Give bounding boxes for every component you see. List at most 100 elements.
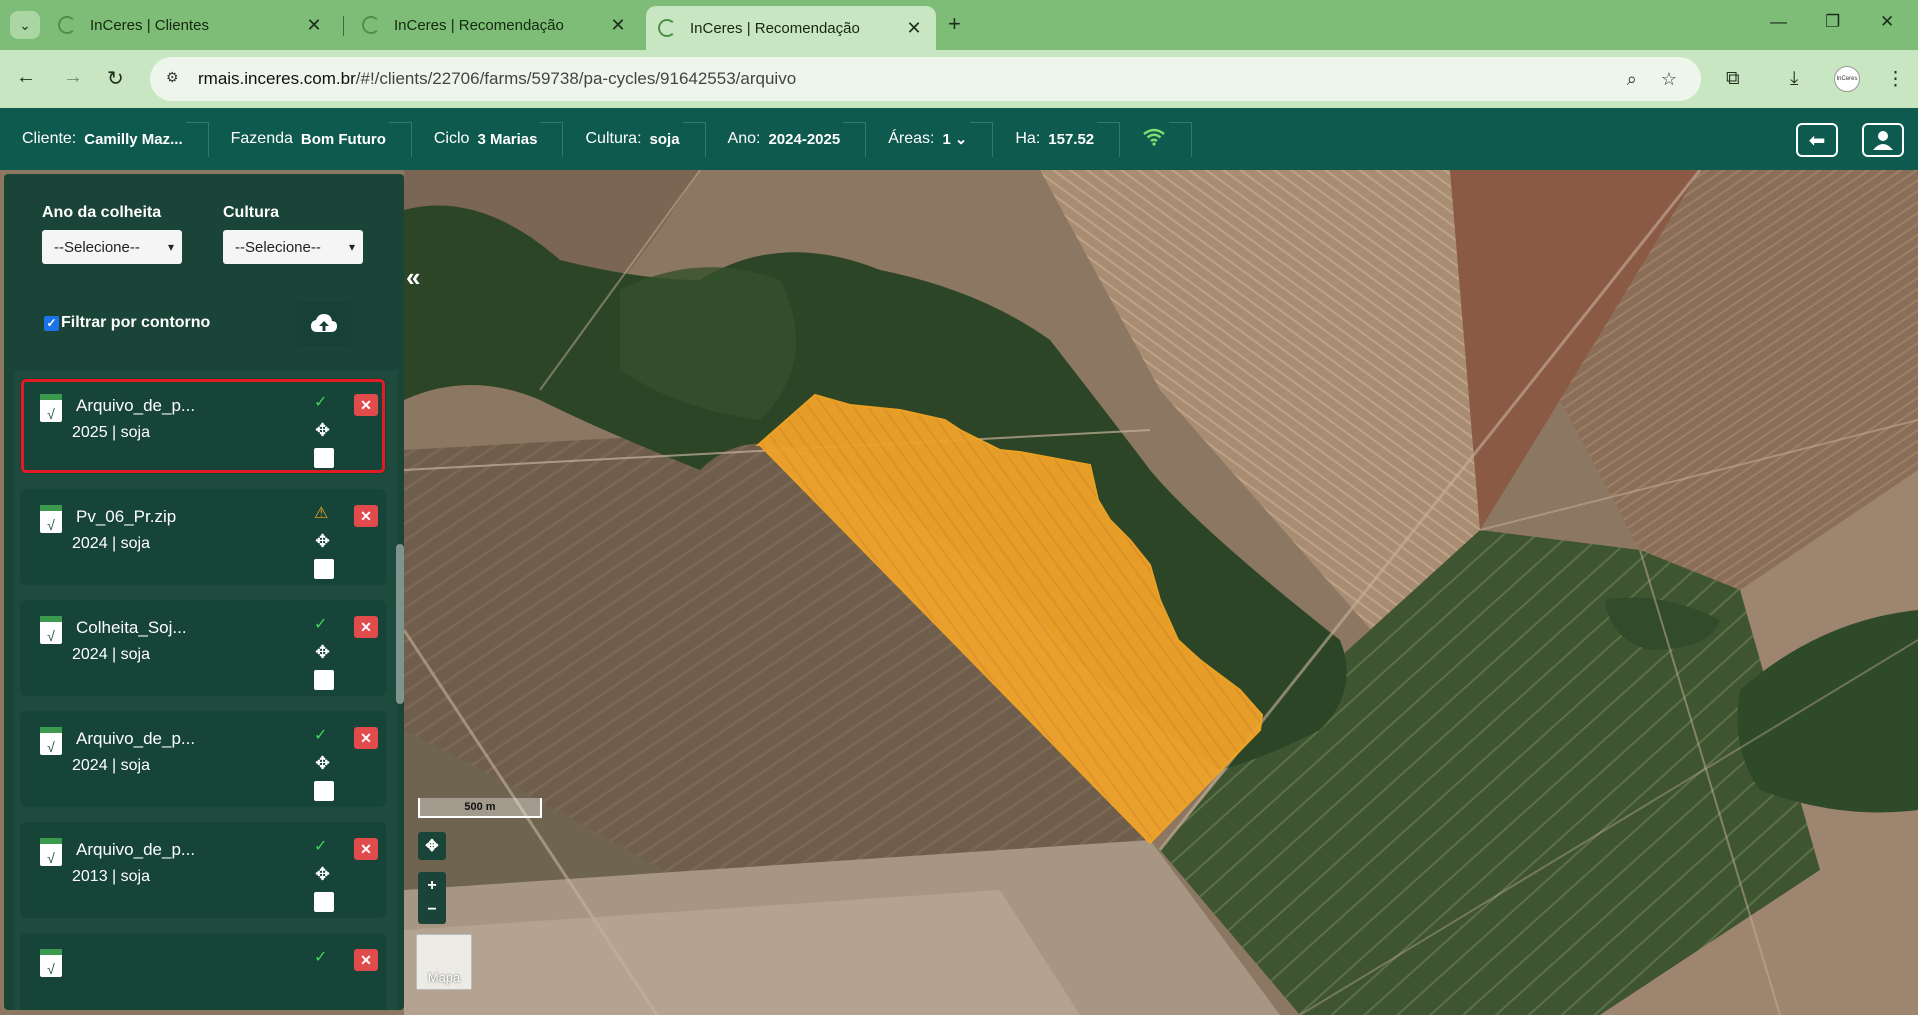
zoom-out-button[interactable]: − <box>418 896 446 924</box>
upload-cloud-button[interactable] <box>296 302 352 346</box>
crumb-cliente[interactable]: Cliente: Camilly Maz... <box>0 108 209 170</box>
delete-button[interactable]: ✕ <box>354 616 378 638</box>
file-checkbox[interactable] <box>314 559 334 579</box>
url-host: rmais.inceres.com.br <box>198 69 356 88</box>
warning-icon: ⚠ <box>314 505 329 522</box>
locate-move-icon[interactable]: ✥ <box>315 642 330 663</box>
delete-button[interactable]: ✕ <box>354 727 378 749</box>
back-arrow-button[interactable]: ⬅ <box>1796 123 1838 157</box>
chevron-down-icon[interactable]: ⌄ <box>955 130 968 148</box>
crumb-fazenda[interactable]: Fazenda Bom Futuro <box>209 108 412 170</box>
locate-move-icon[interactable]: ✥ <box>315 420 330 441</box>
status-ok-icon: ✓ <box>314 394 328 411</box>
crumb-connection <box>1120 108 1192 170</box>
file-meta: 2024 | soja <box>72 757 150 774</box>
tab-loading-icon <box>58 16 76 34</box>
tab-close-icon[interactable]: ✕ <box>904 18 924 39</box>
list-scrollbar[interactable] <box>396 544 404 704</box>
year-select-value: --Selecione-- <box>54 238 140 256</box>
wifi-icon <box>1142 126 1166 152</box>
basemap-toggle[interactable]: Mapa <box>416 934 472 990</box>
file-icon: √ <box>40 838 62 866</box>
delete-button[interactable]: ✕ <box>354 394 378 416</box>
crumb-areas[interactable]: Áreas: 1 ⌄ <box>866 108 993 170</box>
filter-by-contour[interactable]: ✓ Filtrar por contorno <box>44 314 210 332</box>
chevron-down-icon: ▾ <box>167 240 174 254</box>
tab-title: InCeres | Recomendação <box>690 19 860 37</box>
filter-checkbox[interactable]: ✓ <box>44 315 59 331</box>
filter-label: Filtrar por contorno <box>61 314 211 331</box>
file-checkbox[interactable] <box>314 892 334 912</box>
file-card[interactable]: √ Arquivo_de_p... 2024 | soja ✓ ✕ ✥ <box>20 711 386 807</box>
file-icon: √ <box>40 616 62 644</box>
collapse-panel-icon[interactable]: « <box>406 262 420 293</box>
file-icon: √ <box>40 949 62 977</box>
crumb-value: 1 <box>942 130 951 148</box>
delete-button[interactable]: ✕ <box>354 838 378 860</box>
tab-search-button[interactable]: ⌄ <box>10 11 40 39</box>
year-select[interactable]: --Selecione-- ▾ <box>42 230 182 264</box>
locate-move-icon[interactable]: ✥ <box>315 531 330 552</box>
tab-close-icon[interactable]: ✕ <box>304 15 324 36</box>
bookmark-star-icon[interactable]: ☆ <box>1661 69 1677 90</box>
file-list[interactable]: √ Arquivo_de_p... 2025 | soja ✓ ✕ ✥ √ Pv… <box>14 370 398 1010</box>
crumb-ciclo[interactable]: Ciclo 3 Marias <box>412 108 564 170</box>
year-filter-label: Ano da colheita <box>42 204 162 221</box>
zoom-icon[interactable]: ⌕ <box>1627 69 1637 90</box>
crumb-value: 3 Marias <box>477 130 538 148</box>
file-card[interactable]: √ Colheita_Soj... 2024 | soja ✓ ✕ ✥ <box>20 600 386 696</box>
file-icon: √ <box>40 727 62 755</box>
download-icon[interactable]: ⤓ <box>1790 68 1798 90</box>
file-card-partial[interactable]: √ ✓ ✕ <box>20 933 386 1010</box>
file-checkbox[interactable] <box>314 448 334 468</box>
map-scale-bar: 500 m <box>418 798 542 818</box>
tab-recomendacao-2[interactable]: InCeres | Recomendação ✕ <box>646 6 936 50</box>
browser-toolbar: ← → ↻ ⚙ rmais.inceres.com.br/#!/clients/… <box>0 50 1918 108</box>
crumb-label: Ciclo <box>433 130 470 147</box>
url-text[interactable]: rmais.inceres.com.br/#!/clients/22706/fa… <box>198 69 1627 89</box>
delete-button[interactable]: ✕ <box>354 505 378 527</box>
file-name: Colheita_Soj... <box>76 618 187 637</box>
crumb-value: 2024-2025 <box>768 130 841 148</box>
reload-icon[interactable]: ↻ <box>107 66 124 91</box>
tab-title: InCeres | Recomendação <box>394 16 564 34</box>
file-checkbox[interactable] <box>314 781 334 801</box>
file-icon: √ <box>40 505 62 533</box>
menu-kebab-icon[interactable]: ⋮ <box>1886 68 1905 91</box>
new-tab-button[interactable]: + <box>948 11 961 37</box>
file-card[interactable]: √ Arquivo_de_p... 2013 | soja ✓ ✕ ✥ <box>20 822 386 918</box>
locate-move-icon[interactable]: ✥ <box>315 753 330 774</box>
file-name: Arquivo_de_p... <box>76 729 196 748</box>
crumb-cultura[interactable]: Cultura: soja <box>563 108 705 170</box>
file-checkbox[interactable] <box>314 670 334 690</box>
crumb-label: Cliente: <box>22 130 77 147</box>
tab-recomendacao-1[interactable]: InCeres | Recomendação ✕ <box>350 6 640 44</box>
forward-icon[interactable]: → <box>63 66 83 89</box>
status-ok-icon: ✓ <box>314 727 328 744</box>
chevron-down-icon: ▾ <box>348 240 355 254</box>
back-icon[interactable]: ← <box>16 66 36 89</box>
file-meta: 2013 | soja <box>72 868 150 885</box>
locate-move-icon[interactable]: ✥ <box>315 864 330 885</box>
profile-avatar[interactable]: InCeres <box>1834 66 1860 92</box>
crumb-value: Bom Futuro <box>300 130 386 148</box>
minimize-icon[interactable]: — <box>1770 12 1787 32</box>
pan-move-button[interactable]: ✥ <box>418 832 446 860</box>
tab-clientes[interactable]: InCeres | Clientes ✕ <box>46 6 336 44</box>
user-profile-button[interactable] <box>1862 123 1904 157</box>
tab-loading-icon <box>658 19 676 37</box>
site-info-icon[interactable]: ⚙ <box>166 69 186 89</box>
restore-icon[interactable]: ❐ <box>1825 12 1840 32</box>
status-ok-icon: ✓ <box>314 949 328 966</box>
close-window-icon[interactable]: ✕ <box>1880 12 1894 32</box>
file-card[interactable]: √ Pv_06_Pr.zip 2024 | soja ⚠ ✕ ✥ <box>20 489 386 585</box>
address-bar[interactable]: ⚙ rmais.inceres.com.br/#!/clients/22706/… <box>150 57 1701 101</box>
crumb-value: Camilly Maz... <box>84 130 183 148</box>
crop-select[interactable]: --Selecione-- ▾ <box>223 230 363 264</box>
delete-button[interactable]: ✕ <box>354 949 378 971</box>
tab-close-icon[interactable]: ✕ <box>608 15 628 36</box>
crumb-label: Ha: <box>1015 130 1041 147</box>
crumb-ano[interactable]: Ano: 2024-2025 <box>706 108 867 170</box>
extensions-icon[interactable]: ⧉ <box>1726 68 1740 90</box>
file-card[interactable]: √ Arquivo_de_p... 2025 | soja ✓ ✕ ✥ <box>20 378 386 474</box>
